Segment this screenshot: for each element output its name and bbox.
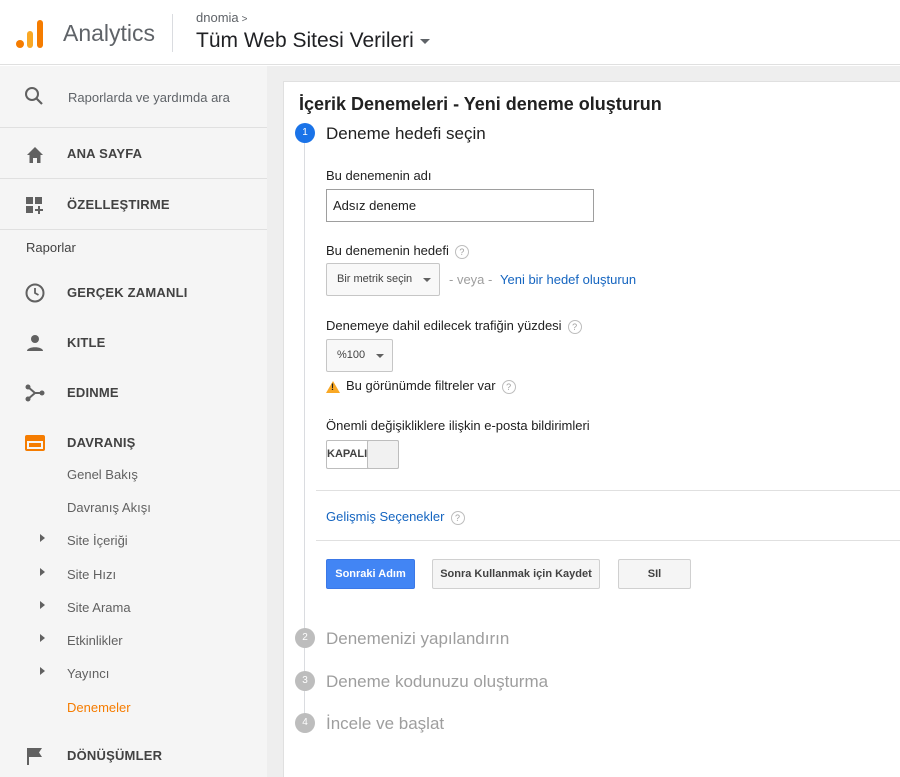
goal-select-value: Bir metrik seçin xyxy=(337,273,413,285)
sidebar-item-acquisition[interactable]: EDINME xyxy=(0,370,267,420)
caret-down-icon xyxy=(376,354,384,358)
toggle-state-label: KAPALI xyxy=(327,448,368,460)
traffic-select-value: %100 xyxy=(337,349,366,361)
sidebar-item-label: KITLE xyxy=(67,335,106,350)
sidebar-item-label: EDINME xyxy=(67,385,119,400)
property-selector[interactable]: Tüm Web Sitesi Verileri xyxy=(196,29,430,53)
home-icon xyxy=(27,147,43,163)
help-icon[interactable]: ? xyxy=(454,244,469,259)
search-placeholder: Raporlarda ve yardımda ara xyxy=(68,90,230,105)
traffic-percent-label: Denemeye dahil edilecek trafiğin yüzdesi… xyxy=(326,318,582,334)
chevron-right-icon: > xyxy=(241,14,248,25)
subitem-label: Site İçeriği xyxy=(67,533,128,548)
behavior-icon xyxy=(25,435,45,451)
analytics-logo-icon[interactable] xyxy=(16,18,46,48)
filter-warning: Bu görünümde filtreler var? xyxy=(326,378,516,394)
step-4-badge: 4 xyxy=(295,713,315,733)
create-goal-link[interactable]: Yeni bir hedef oluşturun xyxy=(500,272,636,287)
step-1-title: Deneme hedefi seçin xyxy=(326,124,486,143)
next-step-button[interactable]: Sonraki Adım xyxy=(326,559,415,589)
subitem-label: Etkinlikler xyxy=(67,633,123,648)
email-notification-label: Önemli değişikliklere ilişkin e-posta bi… xyxy=(326,418,590,433)
advanced-options-text: Gelişmiş Seçenekler xyxy=(326,509,445,524)
goal-metric-select[interactable]: Bir metrik seçin xyxy=(326,263,440,296)
step-2-badge: 2 xyxy=(295,628,315,648)
account-name: dnomia xyxy=(196,10,239,25)
experiment-goal-label: Bu denemenin hedefi? xyxy=(326,243,469,259)
subitem-label: Yayıncı xyxy=(67,666,110,681)
app-title: Analytics xyxy=(63,20,156,46)
goal-label-text: Bu denemenin hedefi xyxy=(326,243,449,258)
help-icon[interactable]: ? xyxy=(501,379,516,394)
sidebar-subitem-behavior-flow[interactable]: Davranış Akışı xyxy=(0,493,267,523)
help-icon[interactable]: ? xyxy=(450,510,465,525)
sidebar: Raporlarda ve yardımda ara ANA SAYFA ÖZE… xyxy=(0,66,267,777)
or-separator: - veya - xyxy=(449,272,493,287)
traffic-label-text: Denemeye dahil edilecek trafiğin yüzdesi xyxy=(326,318,562,333)
delete-button[interactable]: SIl xyxy=(618,559,691,589)
subitem-label: Davranış Akışı xyxy=(67,500,151,515)
expand-arrow-icon xyxy=(40,568,45,576)
sidebar-item-home[interactable]: ANA SAYFA xyxy=(0,129,267,179)
sidebar-item-customization[interactable]: ÖZELLEŞTIRME xyxy=(0,180,267,230)
step-3-title[interactable]: Deneme kodunuzu oluşturma xyxy=(326,672,548,692)
subitem-label: Site Arama xyxy=(67,600,131,615)
subitem-label: Genel Bakış xyxy=(67,467,138,482)
advanced-options-link[interactable]: Gelişmiş Seçenekler? xyxy=(326,509,465,525)
top-header: Analytics dnomia > Tüm Web Sitesi Veriler… xyxy=(0,0,900,65)
sidebar-subitem-site-search[interactable]: Site Arama xyxy=(0,593,267,623)
step-4-title[interactable]: İncele ve başlat xyxy=(326,714,444,734)
search-icon xyxy=(25,87,43,105)
experiment-name-input[interactable] xyxy=(326,189,594,222)
step-3-badge: 3 xyxy=(295,671,315,691)
clock-icon xyxy=(25,283,45,303)
save-for-later-button[interactable]: Sonra Kullanmak için Kaydet xyxy=(432,559,600,589)
experiment-name-label: Bu denemenin adı xyxy=(326,168,432,183)
warning-icon xyxy=(326,380,340,393)
divider xyxy=(316,490,900,491)
sidebar-item-label: GERÇEK ZAMANLI xyxy=(67,285,188,300)
sidebar-search[interactable]: Raporlarda ve yardımda ara xyxy=(0,66,267,128)
page-title: İçerik Denemeleri - Yeni deneme oluşturu… xyxy=(299,94,662,114)
sidebar-item-label: DÖNÜŞÜMLER xyxy=(67,748,163,763)
filter-warning-text: Bu görünümde filtreler var xyxy=(346,378,496,393)
expand-arrow-icon xyxy=(40,667,45,675)
divider xyxy=(316,540,900,541)
sidebar-item-realtime[interactable]: GERÇEK ZAMANLI xyxy=(0,270,267,320)
acquisition-icon xyxy=(25,384,45,402)
step-2-title[interactable]: Denemenizi yapılandırın xyxy=(326,629,509,649)
sidebar-item-label: ANA SAYFA xyxy=(67,146,143,161)
reports-section-label: Raporlar xyxy=(26,240,76,255)
sidebar-item-label: DAVRANIŞ xyxy=(67,435,136,450)
sidebar-subitem-site-speed[interactable]: Site Hızı xyxy=(0,560,267,590)
header-divider xyxy=(172,14,173,52)
toggle-knob xyxy=(367,440,399,469)
subitem-label: Denemeler xyxy=(67,700,131,715)
step-1-badge: 1 xyxy=(295,123,315,143)
dashboard-add-icon xyxy=(26,197,43,214)
person-icon xyxy=(27,335,43,351)
sidebar-item-conversions[interactable]: DÖNÜŞÜMLER xyxy=(0,733,267,777)
property-name: Tüm Web Sitesi Verileri xyxy=(196,29,414,52)
account-breadcrumb[interactable]: dnomia > xyxy=(196,10,247,25)
sidebar-subitem-experiments[interactable]: Denemeler xyxy=(0,693,267,723)
sidebar-subitem-overview[interactable]: Genel Bakış xyxy=(0,460,267,490)
help-icon[interactable]: ? xyxy=(567,319,582,334)
expand-arrow-icon xyxy=(40,601,45,609)
subitem-label: Site Hızı xyxy=(67,567,117,582)
sidebar-subitem-site-content[interactable]: Site İçeriği xyxy=(0,526,267,556)
caret-down-icon xyxy=(419,38,430,44)
flag-icon xyxy=(27,748,42,765)
expand-arrow-icon xyxy=(40,634,45,642)
sidebar-item-audience[interactable]: KITLE xyxy=(0,320,267,370)
sidebar-item-label: ÖZELLEŞTIRME xyxy=(67,197,170,212)
expand-arrow-icon xyxy=(40,534,45,542)
caret-down-icon xyxy=(423,278,431,282)
sidebar-subitem-events[interactable]: Etkinlikler xyxy=(0,626,267,656)
email-notification-toggle[interactable]: KAPALI xyxy=(326,440,399,469)
traffic-percent-select[interactable]: %100 xyxy=(326,339,393,372)
sidebar-subitem-publisher[interactable]: Yayıncı xyxy=(0,659,267,689)
